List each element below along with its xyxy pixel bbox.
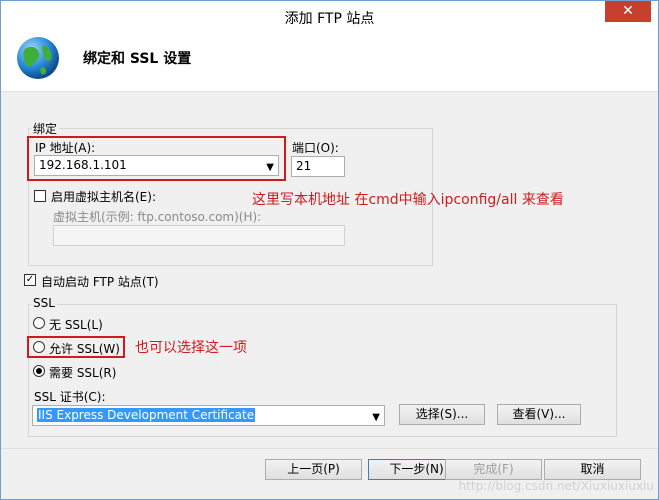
virtual-host-label: 虚拟主机(示例: ftp.contoso.com)(H): [53,210,262,224]
ssl-option-require-radio[interactable] [33,365,45,377]
virtual-host-checkbox-label: 启用虚拟主机名(E): [51,190,156,204]
virtual-host-checkbox[interactable] [34,190,46,202]
virtual-host-input[interactable] [53,225,345,246]
footer-separator [1,448,658,449]
port-label: 端口(O): [292,141,339,155]
header-band: 绑定和 SSL 设置 [1,31,658,92]
auto-start-label: 自动启动 FTP 站点(T) [41,275,159,289]
prev-button[interactable]: 上一页(P) [265,459,362,480]
ssl-option-allow-label: 允许 SSL(W) [49,342,120,356]
page-title: 绑定和 SSL 设置 [83,51,192,67]
ip-address-value: 192.168.1.101 [39,158,127,172]
ssl-cert-dropdown[interactable]: IIS Express Development Certificate ▼ [32,405,385,426]
view-cert-button[interactable]: 查看(V)... [497,404,581,425]
ssl-group-label: SSL [31,296,57,310]
close-icon: ✕ [622,3,634,19]
auto-start-checkbox[interactable]: ✓ [24,274,36,286]
port-input[interactable]: 21 [291,156,345,177]
watermark: http://blog.csdn.net/Xiuxiuxiuxiu [458,479,654,493]
ssl-option-allow-radio[interactable] [33,341,45,353]
dialog-window: 添加 FTP 站点 ✕ 绑定和 SSL 设置 绑定 IP 地址(A): 192.… [0,0,659,500]
ip-address-dropdown[interactable]: 192.168.1.101 ▼ [34,155,279,176]
content-area: 绑定 IP 地址(A): 192.168.1.101 ▼ 端口(O): 21 启… [1,92,658,448]
close-button[interactable]: ✕ [605,1,651,22]
chevron-down-icon: ▼ [266,162,274,173]
window-title: 添加 FTP 站点 [284,11,375,27]
chevron-down-icon: ▼ [372,412,380,423]
checkmark-icon: ✓ [25,274,35,285]
title-bar: 添加 FTP 站点 ✕ [1,1,658,31]
finish-button[interactable]: 完成(F) [445,459,542,480]
ssl-annotation-note: 也可以选择这一项 [135,340,247,356]
ip-address-label: IP 地址(A): [35,141,96,155]
ssl-option-none-label: 无 SSL(L) [49,318,103,332]
select-cert-button[interactable]: 选择(S)... [399,404,485,425]
ssl-cert-value: IIS Express Development Certificate [37,408,256,422]
binding-group-label: 绑定 [31,120,60,137]
cancel-button[interactable]: 取消 [544,459,641,480]
ssl-option-none-radio[interactable] [33,317,45,329]
ssl-cert-label: SSL 证书(C): [34,390,106,404]
ip-annotation-note: 这里写本机地址 在cmd中输入ipconfig/all 来查看 [252,192,564,208]
globe-icon [17,37,59,79]
ssl-option-require-label: 需要 SSL(R) [49,366,117,380]
